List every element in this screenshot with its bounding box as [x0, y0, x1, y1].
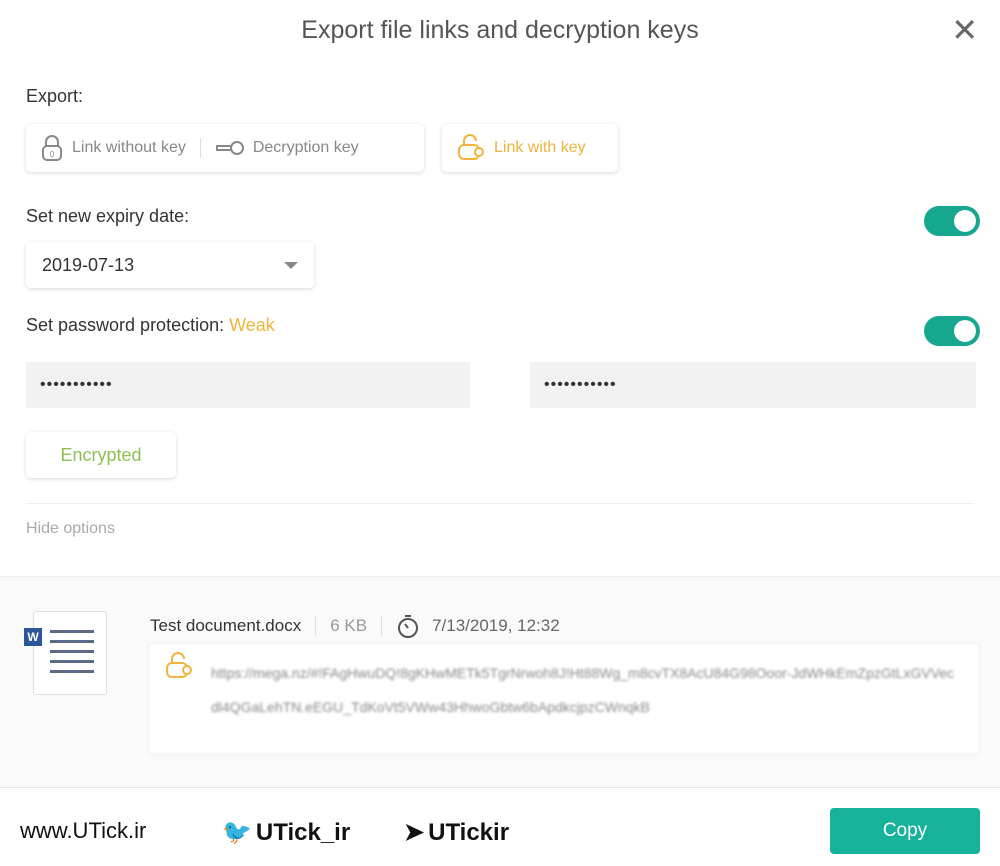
option-decryption-key[interactable]: Decryption key: [201, 139, 373, 157]
copy-button[interactable]: Copy: [830, 808, 980, 854]
expiry-label: Set new expiry date:: [26, 206, 190, 226]
timer-icon: [398, 615, 419, 638]
key-icon: [215, 141, 244, 155]
divider: [26, 503, 974, 504]
expiry-date-value: 2019-07-13: [42, 254, 135, 275]
export-label: Export:: [26, 86, 84, 106]
encrypted-button[interactable]: Encrypted: [26, 432, 176, 478]
telegram-icon: ➤: [404, 819, 425, 846]
watermark-twitter: UTick_ir: [255, 818, 351, 846]
lock-key-icon: [458, 134, 484, 160]
dialog-title: Export file links and decryption keys: [301, 16, 699, 44]
expiry-date-select[interactable]: 2019-07-13: [26, 242, 314, 288]
file-name: Test document.docx: [150, 616, 302, 635]
file-date: 7/13/2019, 12:32: [432, 616, 560, 635]
option-link-without-key[interactable]: 0 Link without key: [26, 134, 200, 162]
expiry-toggle[interactable]: [924, 206, 980, 236]
close-icon[interactable]: ✕: [951, 14, 978, 46]
password-toggle[interactable]: [924, 316, 980, 346]
twitter-icon: 🐦: [222, 819, 252, 846]
password-strength: Weak: [229, 315, 275, 335]
watermark-site: www.UTick.ir: [20, 818, 147, 843]
lock-icon: 0: [42, 135, 62, 161]
password-input[interactable]: •••••••••••: [26, 362, 470, 408]
lock-key-icon: [166, 652, 192, 678]
export-link-text[interactable]: https://mega.nz/#!FAgHwuDQ!8gKHwMETk5Tgr…: [148, 643, 980, 755]
chevron-down-icon: [284, 261, 298, 269]
svg-text:0: 0: [50, 150, 55, 159]
hide-options-link[interactable]: Hide options: [26, 520, 115, 538]
word-document-icon: W: [24, 611, 107, 695]
file-panel: W Test document.docx 6 KB 7/13/2019, 12:…: [0, 576, 1000, 788]
password-confirm-input[interactable]: •••••••••••: [530, 362, 976, 408]
file-size: 6 KB: [315, 616, 383, 636]
export-segment: 0 Link without key Decryption key: [26, 124, 424, 172]
password-label: Set password protection:: [26, 315, 225, 335]
watermark-telegram: UTickir: [428, 818, 510, 846]
option-link-with-key[interactable]: Link with key: [442, 124, 618, 172]
